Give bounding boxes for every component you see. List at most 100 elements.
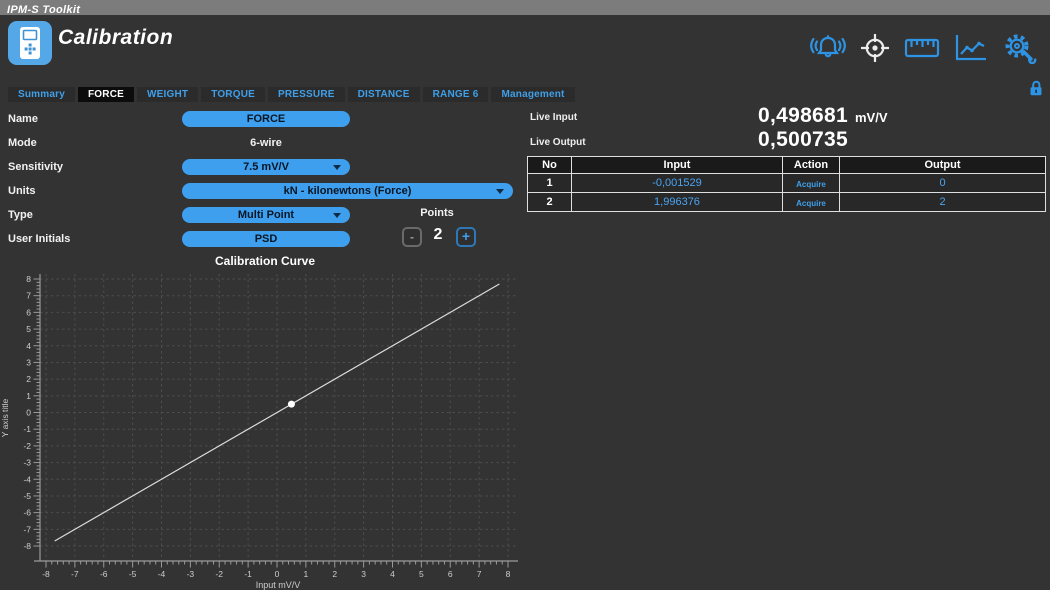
column-header-no: No <box>528 157 572 174</box>
table-row: 1 -0,001529 Acquire 0 <box>528 174 1046 193</box>
header-toolbar <box>810 32 1038 64</box>
svg-text:Y axis title: Y axis title <box>0 398 10 437</box>
tab-management[interactable]: Management <box>491 87 574 102</box>
table-header-row: No Input Action Output <box>528 157 1046 174</box>
row-number: 1 <box>528 174 572 193</box>
points-increment-button[interactable]: + <box>456 227 476 247</box>
svg-text:4: 4 <box>26 341 31 351</box>
chevron-down-icon <box>333 165 341 170</box>
svg-text:-1: -1 <box>23 424 31 434</box>
column-header-action: Action <box>783 157 840 174</box>
live-output-value: 0,500735 <box>560 128 848 152</box>
type-dropdown[interactable]: Multi Point <box>182 207 350 223</box>
svg-text:7: 7 <box>26 291 31 301</box>
lock-open-icon[interactable] <box>1029 79 1043 97</box>
table-row: 2 1,996376 Acquire 2 <box>528 193 1046 212</box>
mode-value: 6-wire <box>182 135 350 151</box>
points-decrement-button[interactable]: - <box>402 227 422 247</box>
chart-title: Calibration Curve <box>0 254 530 268</box>
page-title: Calibration <box>58 26 173 50</box>
window-titlebar[interactable]: IPM-S Toolkit <box>0 0 1050 15</box>
tab-summary[interactable]: Summary <box>8 87 75 102</box>
calibration-chart: -8 -7 -6 -5 -4 -3 -2 -1 0 1 2 3 4 5 6 7 8 -8 -7 -6 -5 -4 -3 -2 -… <box>0 268 527 590</box>
sensitivity-dropdown[interactable]: 7.5 mV/V <box>182 159 350 175</box>
type-label: Type <box>8 207 33 223</box>
output-value-cell[interactable]: 2 <box>840 193 1046 212</box>
svg-text:-6: -6 <box>100 569 108 579</box>
output-value-cell[interactable]: 0 <box>840 174 1046 193</box>
row-number: 2 <box>528 193 572 212</box>
svg-text:7: 7 <box>477 569 482 579</box>
user-initials-label: User Initials <box>8 231 70 247</box>
svg-text:-5: -5 <box>23 491 31 501</box>
points-value: 2 <box>424 226 452 244</box>
svg-text:-7: -7 <box>71 569 79 579</box>
settings-gear-wrench-icon[interactable] <box>1002 32 1038 64</box>
live-input-value: 0,498681 <box>560 104 848 128</box>
tab-range6[interactable]: RANGE 6 <box>423 87 489 102</box>
svg-text:5: 5 <box>419 569 424 579</box>
svg-text:1: 1 <box>304 569 309 579</box>
units-value: kN - kilonewtons (Force) <box>284 185 412 197</box>
window-title: IPM-S Toolkit <box>0 3 80 18</box>
type-value: Multi Point <box>238 209 294 221</box>
column-header-input: Input <box>572 157 783 174</box>
tab-pressure[interactable]: PRESSURE <box>268 87 345 102</box>
target-crosshair-icon[interactable] <box>859 32 891 64</box>
svg-text:-2: -2 <box>23 441 31 451</box>
svg-text:-2: -2 <box>215 569 223 579</box>
svg-text:-8: -8 <box>42 569 50 579</box>
svg-text:-8: -8 <box>23 541 31 551</box>
tab-bar: Summary FORCE WEIGHT TORQUE PRESSURE DIS… <box>8 87 575 102</box>
acquire-button[interactable]: Acquire <box>796 199 826 208</box>
sensitivity-label: Sensitivity <box>8 159 63 175</box>
svg-text:-1: -1 <box>244 569 252 579</box>
svg-text:1: 1 <box>26 391 31 401</box>
input-value-cell[interactable]: 1,996376 <box>572 193 783 212</box>
trend-chart-icon[interactable] <box>953 33 989 63</box>
svg-text:3: 3 <box>361 569 366 579</box>
svg-text:-6: -6 <box>23 508 31 518</box>
svg-text:-4: -4 <box>23 474 31 484</box>
alarm-bell-icon[interactable] <box>810 33 846 63</box>
svg-text:-7: -7 <box>23 524 31 534</box>
mode-label: Mode <box>8 135 37 151</box>
column-header-output: Output <box>840 157 1046 174</box>
svg-text:-5: -5 <box>129 569 137 579</box>
chevron-down-icon <box>333 213 341 218</box>
name-label: Name <box>8 111 38 127</box>
user-initials-field[interactable]: PSD <box>182 231 350 247</box>
tab-torque[interactable]: TORQUE <box>201 87 265 102</box>
acquire-button[interactable]: Acquire <box>796 180 826 189</box>
units-dropdown[interactable]: kN - kilonewtons (Force) <box>182 183 513 199</box>
tab-weight[interactable]: WEIGHT <box>137 87 198 102</box>
calibration-points-table: No Input Action Output 1 -0,001529 Acqui… <box>527 156 1046 212</box>
svg-text:0: 0 <box>275 569 280 579</box>
app-logo-icon <box>8 21 52 65</box>
svg-text:3: 3 <box>26 357 31 367</box>
live-input-unit: mV/V <box>855 110 888 125</box>
svg-text:-3: -3 <box>23 458 31 468</box>
svg-text:4: 4 <box>390 569 395 579</box>
svg-text:8: 8 <box>26 274 31 284</box>
svg-text:2: 2 <box>332 569 337 579</box>
points-label: Points <box>407 207 467 219</box>
svg-text:8: 8 <box>506 569 511 579</box>
svg-text:5: 5 <box>26 324 31 334</box>
sensitivity-value: 7.5 mV/V <box>243 161 289 173</box>
units-label: Units <box>8 183 36 199</box>
svg-text:0: 0 <box>26 408 31 418</box>
live-reading-point <box>288 401 295 408</box>
tab-distance[interactable]: DISTANCE <box>348 87 420 102</box>
ruler-icon[interactable] <box>904 35 940 61</box>
input-value-cell[interactable]: -0,001529 <box>572 174 783 193</box>
svg-text:-3: -3 <box>187 569 195 579</box>
svg-text:Input mV/V: Input mV/V <box>256 580 301 590</box>
svg-text:2: 2 <box>26 374 31 384</box>
svg-text:-4: -4 <box>158 569 166 579</box>
svg-text:6: 6 <box>26 307 31 317</box>
tab-force[interactable]: FORCE <box>78 87 134 102</box>
svg-text:6: 6 <box>448 569 453 579</box>
app-window: IPM-S Toolkit Calibration <box>0 0 1050 590</box>
name-field[interactable]: FORCE <box>182 111 350 127</box>
